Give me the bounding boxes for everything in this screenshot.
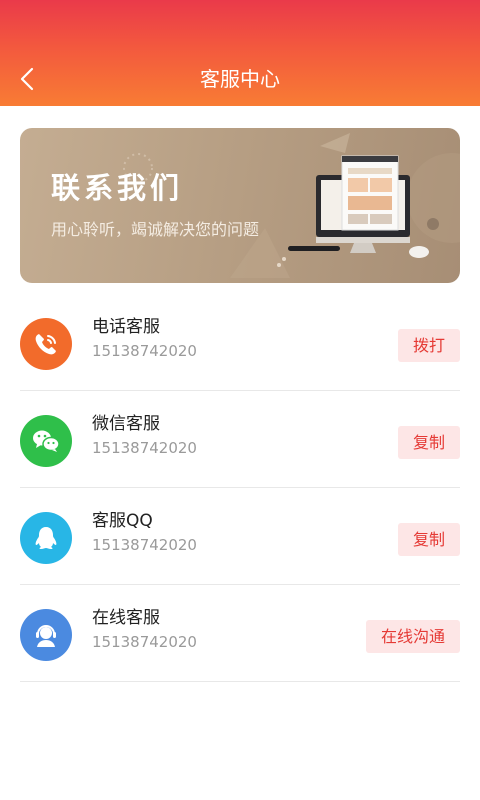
copy-button[interactable]: 复制 <box>397 523 460 556</box>
contact-number: 15138742020 <box>92 633 197 651</box>
page-title: 客服中心 <box>200 67 280 91</box>
contact-banner: 联系我们 用心聆听，竭诚解决您的问题 <box>20 128 460 283</box>
contact-item-online[interactable]: 在线客服 15138742020 在线沟通 <box>20 585 460 682</box>
contact-item-phone[interactable]: 电话客服 15138742020 拨打 <box>20 294 460 391</box>
contact-name: 在线客服 <box>92 608 160 628</box>
contact-number: 15138742020 <box>92 439 197 457</box>
contact-name: 客服QQ <box>92 511 153 531</box>
contact-name: 电话客服 <box>92 317 160 337</box>
call-button[interactable]: 拨打 <box>397 329 460 362</box>
qq-icon <box>20 512 72 564</box>
banner-title: 联系我们 <box>51 171 184 205</box>
app-header: 客服中心 <box>0 0 480 106</box>
contact-number: 15138742020 <box>92 342 197 360</box>
contact-number: 15138742020 <box>92 536 197 554</box>
contact-item-wechat[interactable]: 微信客服 15138742020 复制 <box>20 391 460 488</box>
headset-icon <box>20 609 72 661</box>
online-chat-button[interactable]: 在线沟通 <box>365 620 460 653</box>
banner-subtitle: 用心聆听，竭诚解决您的问题 <box>51 220 260 239</box>
wechat-icon <box>20 415 72 467</box>
contact-item-qq[interactable]: 客服QQ 15138742020 复制 <box>20 488 460 585</box>
phone-icon <box>20 318 72 370</box>
copy-button[interactable]: 复制 <box>397 426 460 459</box>
contact-name: 微信客服 <box>92 414 160 434</box>
